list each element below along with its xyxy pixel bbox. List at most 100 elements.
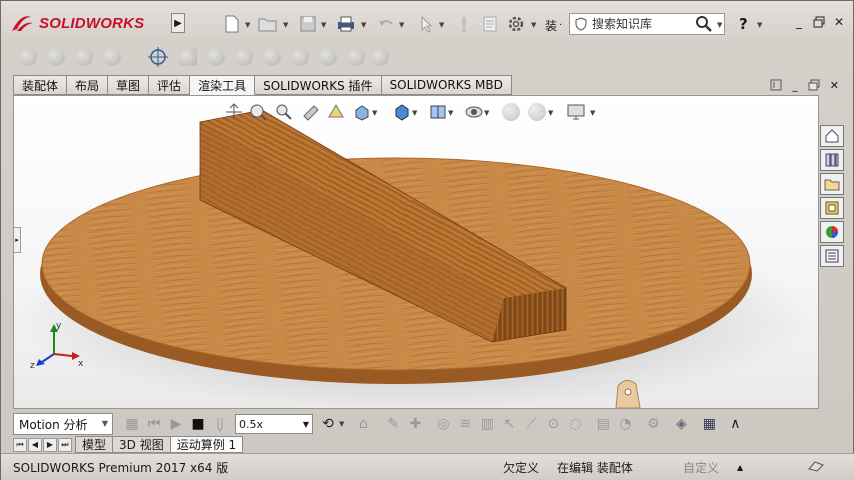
instant3d-icon[interactable] bbox=[319, 48, 337, 66]
prev-tab-icon[interactable]: ◀ bbox=[28, 437, 42, 452]
minimize-icon[interactable]: _ bbox=[791, 14, 807, 30]
reference-geometry-icon[interactable] bbox=[147, 46, 169, 68]
print-dropdown-icon[interactable]: ▼ bbox=[361, 21, 366, 29]
tile-icon[interactable] bbox=[770, 79, 782, 94]
insert-component-icon[interactable] bbox=[19, 48, 37, 66]
search-dropdown-icon[interactable]: ▼ bbox=[717, 21, 722, 29]
playback-loop-icon[interactable]: ⟲ bbox=[317, 413, 339, 435]
playback-mode-icon[interactable] bbox=[209, 413, 231, 435]
spring-icon[interactable]: ≋ bbox=[454, 413, 476, 435]
units-custom[interactable]: 自定义 bbox=[683, 459, 719, 476]
mate-motion-icon[interactable]: ◔ bbox=[614, 413, 636, 435]
view-settings-icon[interactable] bbox=[528, 103, 546, 121]
new-dropdown-icon[interactable]: ▼ bbox=[245, 21, 250, 29]
large-assembly-icon[interactable] bbox=[347, 48, 365, 66]
tab-evaluate[interactable]: 评估 bbox=[149, 75, 191, 95]
appearance-dropdown-icon[interactable]: ▼ bbox=[484, 109, 489, 117]
3d-model-view[interactable]: z y x bbox=[14, 96, 819, 409]
tab-render-tools[interactable]: 渲染工具 bbox=[190, 75, 256, 95]
new-motion-study-icon[interactable] bbox=[179, 48, 197, 66]
smart-fasteners-icon[interactable] bbox=[75, 48, 93, 66]
tab-layout[interactable]: 布局 bbox=[67, 75, 109, 95]
search-magnifier-icon[interactable] bbox=[693, 13, 715, 35]
force-icon[interactable]: ↖ bbox=[498, 413, 520, 435]
motion-study-properties-icon[interactable]: ▤ bbox=[592, 413, 614, 435]
open-dropdown-icon[interactable]: ▼ bbox=[283, 21, 288, 29]
view-settings-dropdown-icon[interactable]: ▼ bbox=[548, 109, 553, 117]
undo-dropdown-icon[interactable]: ▼ bbox=[399, 21, 404, 29]
interference-icon[interactable] bbox=[235, 48, 253, 66]
options-dropdown-icon[interactable]: ▼ bbox=[531, 21, 536, 29]
open-folder-icon[interactable] bbox=[257, 13, 279, 35]
view-palette-icon[interactable] bbox=[820, 197, 844, 219]
chevron-up-icon[interactable]: ∧ bbox=[724, 413, 746, 435]
menu-expand-button[interactable]: ▶ bbox=[171, 13, 185, 33]
previous-view-icon[interactable] bbox=[274, 102, 294, 122]
edit-appearance-icon[interactable] bbox=[464, 102, 484, 122]
gravity-icon[interactable]: ⊙ bbox=[542, 413, 564, 435]
file-properties-icon[interactable] bbox=[479, 13, 501, 35]
mate-icon[interactable] bbox=[47, 48, 65, 66]
tab-3d-views[interactable]: 3D 视图 bbox=[113, 436, 171, 453]
tab-model[interactable]: 模型 bbox=[75, 436, 114, 453]
last-tab-icon[interactable]: ⏭ bbox=[58, 437, 72, 452]
display-style-dropdown-icon[interactable]: ▼ bbox=[412, 109, 417, 117]
animation-wizard-icon[interactable]: ✎ bbox=[382, 413, 404, 435]
section-view-icon[interactable] bbox=[300, 102, 320, 122]
collapse-motion-manager-icon[interactable]: ◈ bbox=[670, 413, 692, 435]
next-tab-icon[interactable]: ▶ bbox=[43, 437, 57, 452]
doc-minimize-icon[interactable]: _ bbox=[792, 79, 798, 94]
dynamic-annotation-icon[interactable] bbox=[326, 102, 346, 122]
print-icon[interactable] bbox=[335, 13, 357, 35]
damper-icon[interactable]: ▥ bbox=[476, 413, 498, 435]
motion-study-table-icon[interactable]: ▦ bbox=[698, 413, 720, 435]
solidworks-resources-icon[interactable] bbox=[820, 125, 844, 147]
doc-restore-icon[interactable] bbox=[808, 79, 820, 94]
search-input[interactable] bbox=[592, 15, 692, 33]
exploded-view-icon[interactable] bbox=[207, 48, 225, 66]
results-plots-icon[interactable]: ◌ bbox=[564, 413, 586, 435]
quick-tips-icon[interactable] bbox=[807, 459, 825, 476]
play-icon[interactable]: ▶ bbox=[165, 413, 187, 435]
motion-settings-gear-icon[interactable]: ⚙ bbox=[642, 413, 664, 435]
view-monitor-icon[interactable] bbox=[566, 102, 588, 122]
select-arrow-icon[interactable] bbox=[415, 13, 437, 35]
graphics-area[interactable]: z y x ▼ ▼ ▼ ▼ ▼ ▼ bbox=[13, 95, 819, 409]
apply-scene-icon[interactable] bbox=[502, 103, 520, 121]
units-dropdown-icon[interactable]: ▲ bbox=[737, 463, 743, 472]
motion-study-type-select[interactable]: Motion 分析 ▼ bbox=[13, 413, 113, 435]
zoom-to-fit-icon[interactable] bbox=[224, 102, 244, 122]
clearance-icon[interactable] bbox=[263, 48, 281, 66]
undo-icon[interactable] bbox=[375, 13, 397, 35]
view-orientation-icon[interactable] bbox=[352, 102, 372, 122]
truncated-menu-item[interactable]: 装 bbox=[545, 17, 557, 34]
first-tab-icon[interactable]: ⏮ bbox=[13, 437, 27, 452]
save-icon[interactable] bbox=[297, 13, 319, 35]
new-document-icon[interactable] bbox=[221, 13, 243, 35]
save-animation-icon[interactable]: ⌂ bbox=[352, 413, 374, 435]
monitor-dropdown-icon[interactable]: ▼ bbox=[590, 109, 595, 117]
orientation-dropdown-icon[interactable]: ▼ bbox=[372, 109, 377, 117]
rebuild-icon[interactable] bbox=[453, 13, 475, 35]
custom-properties-icon[interactable] bbox=[820, 245, 844, 267]
speedpak-icon[interactable] bbox=[371, 48, 389, 66]
doc-close-icon[interactable]: ✕ bbox=[830, 79, 839, 94]
move-component-icon[interactable] bbox=[103, 48, 121, 66]
playback-speed-select[interactable]: 0.5x ▼ bbox=[235, 414, 313, 434]
tab-motion-study-1[interactable]: 运动算例 1 bbox=[170, 436, 244, 453]
file-explorer-icon[interactable] bbox=[820, 173, 844, 195]
display-style-icon[interactable] bbox=[392, 102, 412, 122]
contact-icon[interactable]: ⟋ bbox=[520, 413, 542, 435]
feature-tree-collapse-handle[interactable]: ▸ bbox=[13, 227, 21, 253]
calculate-icon[interactable]: ▦ bbox=[121, 413, 143, 435]
tab-solidworks-addins[interactable]: SOLIDWORKS 插件 bbox=[255, 75, 382, 95]
close-icon[interactable]: ✕ bbox=[831, 14, 847, 30]
autokey-icon[interactable]: ✚ bbox=[404, 413, 426, 435]
save-dropdown-icon[interactable]: ▼ bbox=[321, 21, 326, 29]
zoom-area-icon[interactable] bbox=[248, 102, 268, 122]
design-library-icon[interactable] bbox=[820, 149, 844, 171]
tab-assembly[interactable]: 装配体 bbox=[13, 75, 68, 95]
tab-sketch[interactable]: 草图 bbox=[108, 75, 150, 95]
motor-icon[interactable]: ◎ bbox=[432, 413, 454, 435]
stop-icon[interactable]: ■ bbox=[187, 413, 209, 435]
